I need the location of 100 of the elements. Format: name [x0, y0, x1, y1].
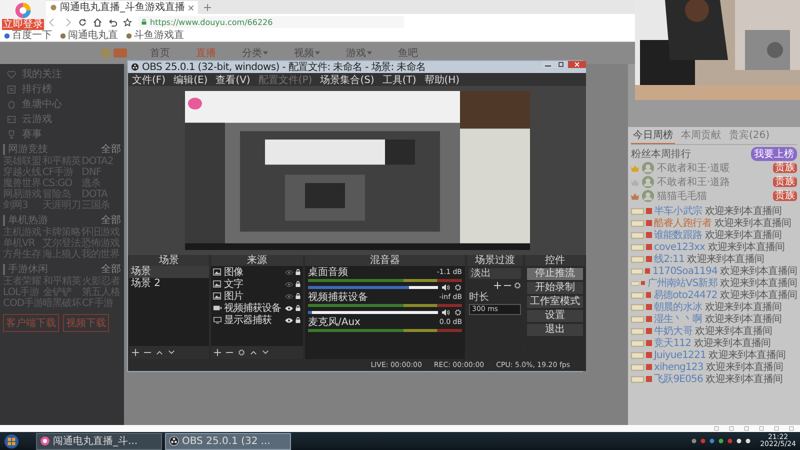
control-button[interactable]: 开始录制 [527, 282, 583, 294]
settings-icon[interactable] [238, 349, 245, 356]
login-badge[interactable]: 立即登录 [2, 19, 44, 30]
chat-tab[interactable]: 贵宾(26) [727, 127, 772, 144]
lock-icon[interactable] [295, 293, 301, 299]
menu-item[interactable]: 编辑(E) [174, 72, 208, 86]
scene-item[interactable]: 场景 2 [129, 278, 209, 290]
add-icon[interactable] [214, 349, 221, 356]
scene-item[interactable]: 场景 [129, 266, 209, 278]
taskbar-button[interactable]: OBS 25.0.1 (32 ... [165, 432, 291, 450]
menu-item[interactable]: 工具(T) [382, 72, 416, 86]
bookmark-link[interactable]: 百度一下 [4, 30, 52, 41]
browser-icon [40, 436, 50, 446]
star-icon[interactable] [123, 18, 132, 26]
image-icon [213, 268, 222, 276]
trophy-icon [7, 130, 16, 138]
minimize-icon[interactable] [542, 61, 554, 68]
speaker-icon[interactable] [442, 284, 450, 290]
volume-slider[interactable] [308, 286, 438, 288]
lock-icon[interactable] [295, 281, 301, 287]
home-icon[interactable] [93, 18, 102, 26]
address-field[interactable]: https://www.douyu.com/66226 [138, 16, 404, 28]
menu-item[interactable]: 文件(F) [132, 72, 166, 86]
nav-link[interactable]: 直播 [190, 46, 222, 60]
up-icon[interactable] [156, 349, 163, 356]
bookmark-link[interactable]: 斗鱼游戏直 [126, 30, 184, 41]
nav-link[interactable]: 鱼吧 [392, 46, 424, 60]
add-icon[interactable] [494, 282, 501, 289]
down-icon[interactable] [168, 349, 175, 356]
transition-select[interactable]: 淡出 [469, 268, 521, 279]
settings-icon[interactable] [454, 284, 462, 290]
start-icon[interactable] [4, 434, 19, 448]
avatar-icon [642, 162, 654, 174]
chat-tab[interactable]: 本周贡献 [679, 127, 723, 144]
speaker-icon[interactable] [442, 308, 450, 316]
noble-badge: 贵族 [773, 191, 797, 201]
level-badge-icon [631, 208, 644, 214]
nav-link[interactable]: 视频 [288, 46, 326, 60]
source-name[interactable]: 视频捕获设备 [224, 301, 283, 315]
avatar-icon [642, 190, 654, 202]
chat-message: cove123xx 欢迎来到本直播间 [654, 240, 785, 254]
browser-tab[interactable]: 闯通电丸直播_斗鱼游戏直播 [46, 1, 198, 14]
image-icon [213, 280, 222, 288]
source-name[interactable]: 文字 [224, 277, 283, 291]
menu-item[interactable]: 帮助(H) [424, 72, 460, 86]
rank-button[interactable]: 我要上榜 [751, 147, 797, 161]
chat-tab[interactable]: 今日周榜 [631, 127, 675, 144]
browser-logo-icon[interactable] [14, 2, 32, 19]
level-badge-icon [631, 376, 644, 382]
more-link[interactable]: 全部 [101, 215, 121, 226]
image-icon [213, 292, 222, 300]
chat-message: 线2:11 欢迎来到本直播间 [654, 252, 764, 266]
taskbar-button[interactable]: 闯通电丸直播_斗... [36, 432, 162, 450]
level-badge-icon [631, 328, 644, 334]
more-link[interactable]: 全部 [101, 264, 121, 275]
up-icon[interactable] [250, 349, 257, 356]
menu-item[interactable]: 场景集合(S) [320, 72, 374, 86]
level-badge-icon [631, 220, 644, 226]
menu-item[interactable]: 查看(V) [216, 72, 250, 86]
source-name[interactable]: 图像 [224, 265, 283, 279]
close-icon[interactable] [188, 4, 194, 10]
dock-title: 场景过渡 [467, 255, 523, 266]
add-icon[interactable] [132, 349, 139, 356]
control-button[interactable]: 停止推流 [527, 268, 583, 280]
list-icon [7, 84, 16, 94]
lock-icon[interactable] [295, 317, 301, 323]
new-tab-icon[interactable] [204, 4, 211, 11]
reload-icon[interactable] [78, 18, 87, 26]
level-badge-icon [631, 364, 644, 370]
level-badge-icon [631, 316, 644, 322]
monitor-icon [213, 316, 222, 324]
nav-link[interactable]: 游戏 [340, 46, 378, 60]
source-name[interactable]: 图片 [224, 289, 283, 303]
obs-icon [131, 63, 139, 71]
control-button[interactable]: 工作室模式 [527, 296, 583, 308]
maximize-icon[interactable] [555, 61, 567, 68]
download-button[interactable]: 客户端下载 [3, 314, 59, 332]
window-title: OBS 25.0.1 (32-bit, windows) - 配置文件: 未命名 - 场景: 未命名 [142, 60, 426, 74]
bookmark-link[interactable]: 闯通电丸直 [60, 30, 118, 41]
lock-icon[interactable] [295, 269, 301, 275]
down-icon[interactable] [262, 349, 269, 356]
chat-message: xiheng123 欢迎来到本直播间 [654, 360, 783, 374]
remove-icon[interactable] [504, 282, 511, 289]
lock-icon[interactable] [295, 305, 301, 311]
nav-link[interactable]: 分类 [236, 46, 274, 60]
control-button[interactable]: 退出 [527, 324, 583, 336]
chat-message: 牛奶大哥 欢迎来到本直播间 [654, 324, 772, 338]
undo-icon[interactable] [108, 18, 117, 26]
more-link[interactable]: 全部 [101, 144, 121, 155]
remove-icon[interactable] [144, 349, 151, 356]
source-name[interactable]: 显示器捕获 [224, 313, 283, 327]
volume-slider[interactable] [308, 310, 438, 314]
nav-link[interactable]: 首页 [144, 46, 176, 60]
control-button[interactable]: 设置 [527, 310, 583, 322]
level-badge-icon [631, 244, 644, 250]
close-icon[interactable] [568, 61, 586, 68]
download-button[interactable]: 视频下载 [63, 314, 109, 332]
settings-icon[interactable] [454, 308, 462, 316]
remove-icon[interactable] [226, 349, 233, 356]
settings-icon[interactable] [514, 282, 521, 289]
